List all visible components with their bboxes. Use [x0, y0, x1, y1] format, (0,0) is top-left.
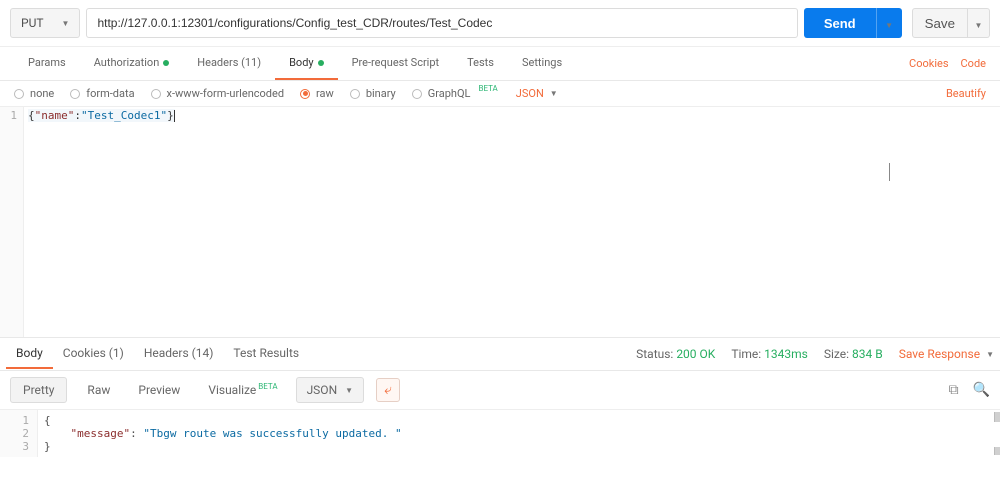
status-dot-icon [163, 60, 169, 66]
body-type-row: none form-data x-www-form-urlencoded raw… [0, 81, 1000, 107]
tab-tests[interactable]: Tests [453, 47, 508, 80]
response-body: 1 2 3 { "message": "Tbgw route was succe… [0, 410, 1000, 457]
radio-icon [70, 89, 80, 99]
url-input[interactable] [86, 8, 797, 38]
request-tabs-right: Cookies Code [909, 57, 986, 70]
status-dot-icon [318, 60, 324, 66]
response-language-select[interactable]: JSON▼ [296, 377, 364, 403]
chevron-down-icon: ▼ [62, 19, 70, 28]
response-view-raw[interactable]: Raw [79, 378, 118, 402]
radio-icon [412, 89, 422, 99]
cookies-link[interactable]: Cookies [909, 57, 948, 70]
beta-badge: BETA [478, 84, 497, 93]
save-button-group: Save ▼ [912, 8, 990, 38]
tab-settings[interactable]: Settings [508, 47, 576, 80]
response-toolbar-right: ⧉ 🔍 [949, 382, 990, 398]
status-size: 834 B [852, 347, 883, 361]
response-tab-headers[interactable]: Headers (14) [134, 339, 224, 369]
response-gutter: 1 2 3 [0, 410, 38, 457]
http-method-value: PUT [21, 16, 44, 30]
save-options-button[interactable]: ▼ [968, 8, 990, 38]
response-tabs: Body Cookies (1) Headers (14) Test Resul… [0, 337, 1000, 371]
body-type-binary[interactable]: binary [350, 87, 396, 100]
radio-icon [350, 89, 360, 99]
response-view-preview[interactable]: Preview [130, 378, 188, 402]
chevron-down-icon: ▼ [550, 89, 558, 98]
radio-icon [14, 89, 24, 99]
text-cursor-icon [174, 110, 175, 122]
body-type-formdata[interactable]: form-data [70, 87, 134, 100]
send-button[interactable]: Send [804, 8, 876, 38]
response-view-visualize[interactable]: VisualizeBETA [200, 378, 283, 402]
status-code: 200 OK [676, 347, 715, 361]
text-cursor-icon [889, 163, 890, 181]
radio-selected-icon [300, 89, 310, 99]
body-type-graphql[interactable]: GraphQLBETA [412, 87, 496, 100]
response-content[interactable]: { "message": "Tbgw route was successfull… [38, 410, 1000, 457]
body-type-none[interactable]: none [14, 87, 54, 100]
scrollbar-icon [994, 412, 1000, 422]
chevron-down-icon: ▼ [986, 350, 994, 359]
send-button-group: Send ▼ [804, 8, 902, 38]
status-time: 1343ms [764, 347, 808, 361]
response-tab-body[interactable]: Body [6, 339, 53, 369]
beautify-link[interactable]: Beautify [946, 87, 986, 100]
http-method-select[interactable]: PUT ▼ [10, 8, 80, 38]
copy-icon[interactable]: ⧉ [949, 382, 959, 398]
beta-badge: BETA [258, 382, 277, 391]
scrollbar-icon [994, 447, 1000, 455]
tab-params[interactable]: Params [14, 47, 80, 80]
response-tab-cookies[interactable]: Cookies (1) [53, 339, 134, 369]
tab-authorization[interactable]: Authorization [80, 47, 184, 80]
request-body-editor[interactable]: 1 {"name":"Test_Codec1"} [0, 107, 1000, 337]
send-options-button[interactable]: ▼ [876, 8, 902, 38]
wrap-lines-icon[interactable]: ⤶ [376, 378, 400, 402]
code-link[interactable]: Code [961, 57, 986, 70]
chevron-down-icon: ▼ [885, 21, 893, 30]
request-tabs: Params Authorization Headers (11) Body P… [0, 47, 1000, 81]
save-button[interactable]: Save [912, 8, 968, 38]
tab-prerequest[interactable]: Pre-request Script [338, 47, 454, 80]
tab-headers[interactable]: Headers (11) [183, 47, 275, 80]
chevron-down-icon: ▼ [345, 386, 353, 395]
editor-content[interactable]: {"name":"Test_Codec1"} [24, 107, 1000, 337]
save-response-button[interactable]: Save Response▼ [899, 347, 994, 361]
response-status: Status: 200 OK Time: 1343ms Size: 834 B … [636, 347, 994, 361]
tab-body[interactable]: Body [275, 47, 338, 80]
editor-gutter: 1 [0, 107, 24, 337]
response-view-pretty[interactable]: Pretty [10, 377, 67, 403]
body-language-select[interactable]: JSON▼ [516, 87, 558, 100]
response-toolbar: Pretty Raw Preview VisualizeBETA JSON▼ ⤶… [0, 371, 1000, 410]
chevron-down-icon: ▼ [975, 21, 983, 30]
search-icon[interactable]: 🔍 [973, 382, 990, 398]
body-type-xwww[interactable]: x-www-form-urlencoded [151, 87, 285, 100]
radio-icon [151, 89, 161, 99]
request-bar: PUT ▼ Send ▼ Save ▼ [0, 0, 1000, 47]
body-type-raw[interactable]: raw [300, 87, 334, 100]
response-tab-testresults[interactable]: Test Results [223, 339, 309, 369]
